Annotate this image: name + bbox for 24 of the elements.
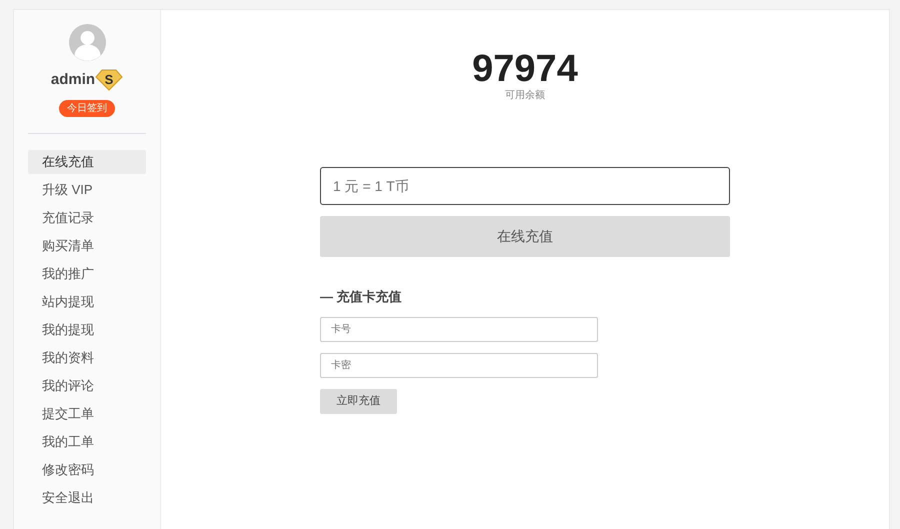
menu-item[interactable]: 修改密码	[28, 458, 146, 482]
card-password-input[interactable]: 卡密	[320, 352, 598, 378]
menu-item[interactable]: 提交工单	[28, 402, 146, 426]
recharge-now-button[interactable]: 立即充值	[320, 388, 397, 414]
menu-item[interactable]: 升级 VIP	[28, 178, 146, 202]
menu-item[interactable]: 充值记录	[28, 206, 146, 230]
menu-item[interactable]: 在线充值	[28, 150, 146, 174]
amount-input[interactable]: 1 元 = 1 T币	[320, 167, 730, 205]
menu-item[interactable]: 我的工单	[28, 430, 146, 454]
menu-item[interactable]: 站内提现	[28, 290, 146, 314]
balance-label: 可用余额	[505, 88, 545, 103]
menu-item[interactable]: 安全退出	[28, 486, 146, 510]
balance-amount: 97974	[472, 50, 578, 88]
menu-item[interactable]: 我的提现	[28, 318, 146, 342]
menu-item[interactable]: 购买清单	[28, 234, 146, 258]
menu-item[interactable]: 我的资料	[28, 346, 146, 370]
online-recharge-button[interactable]: 在线充值	[320, 216, 730, 257]
level-badge: S	[95, 69, 124, 92]
menu-item[interactable]: 我的推广	[28, 262, 146, 286]
section-heading: — 充值卡充值	[320, 288, 403, 306]
username: admin	[50, 70, 96, 90]
avatar-icon	[68, 24, 106, 61]
card-number-input[interactable]: 卡号	[320, 316, 598, 342]
menu-item[interactable]: 我的评论	[28, 374, 146, 398]
